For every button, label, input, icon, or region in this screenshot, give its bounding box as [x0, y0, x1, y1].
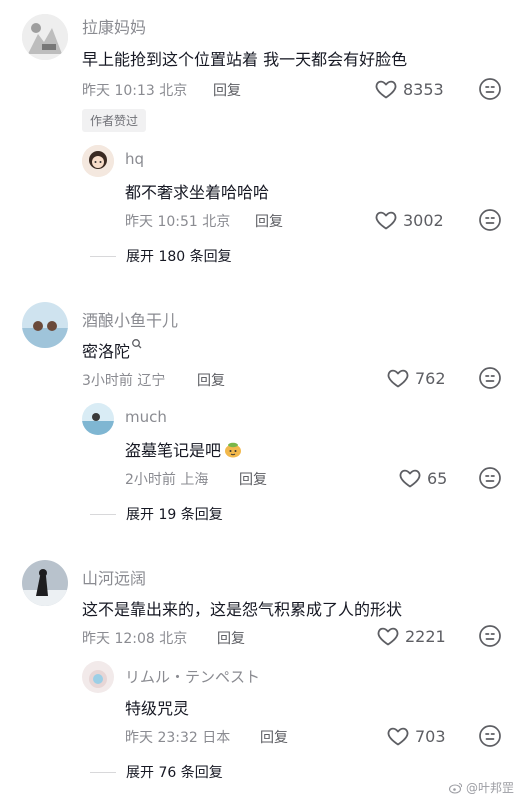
reply-button[interactable]: 回复	[239, 469, 267, 489]
like-button[interactable]: 2221	[376, 624, 446, 648]
comment-meta: 昨天 10:13 北京	[82, 83, 188, 99]
expand-replies-button[interactable]: 展开 19 条回复	[90, 504, 223, 524]
reply-button[interactable]: 回复	[217, 628, 245, 648]
divider	[90, 513, 116, 515]
like-button[interactable]: 65	[398, 466, 447, 490]
like-count: 762	[415, 368, 446, 388]
comment-meta: 昨天 12:08 北京	[82, 631, 188, 647]
author-liked-badge: 作者赞过	[82, 109, 147, 132]
weibo-logo-icon	[448, 782, 463, 794]
heart-outline-icon	[386, 724, 410, 748]
comment-text-value: 密洛陀	[82, 342, 131, 361]
heart-outline-icon	[376, 624, 400, 648]
reply-button[interactable]: 回复	[260, 727, 288, 747]
reply-text: 特级咒灵	[125, 699, 190, 718]
reply-meta: 2小时前 上海	[125, 472, 209, 488]
like-count: 3002	[403, 210, 444, 230]
comment-meta: 3小时前 辽宁	[82, 373, 166, 389]
username[interactable]: hq	[125, 150, 144, 168]
expand-replies-button[interactable]: 展开 180 条回复	[90, 246, 232, 266]
reply-button[interactable]: 回复	[255, 211, 283, 231]
username[interactable]: リムル・テンペスト	[125, 666, 260, 687]
cartoon-pot-emoji	[225, 442, 242, 458]
smiley-face-icon[interactable]	[478, 624, 502, 648]
divider	[90, 255, 116, 257]
reply-text: 盗墓笔记是吧	[125, 437, 243, 461]
username[interactable]: much	[125, 408, 167, 426]
like-button[interactable]: 3002	[374, 208, 444, 232]
avatar[interactable]	[82, 661, 114, 693]
smiley-face-icon[interactable]	[478, 77, 502, 101]
search-icon[interactable]	[131, 338, 145, 352]
reply-text-value: 盗墓笔记是吧	[125, 441, 222, 460]
avatar[interactable]	[82, 403, 114, 435]
comment-text: 这不是靠出来的，这是怨气积累成了人的形状	[82, 600, 403, 619]
expand-replies-label: 展开 76 条回复	[126, 765, 223, 781]
heart-outline-icon	[374, 77, 398, 101]
smiley-face-icon[interactable]	[478, 366, 502, 390]
avatar[interactable]	[22, 14, 68, 60]
username[interactable]: 拉康妈妈	[82, 14, 146, 38]
like-count: 703	[415, 726, 446, 746]
smiley-face-icon[interactable]	[478, 466, 502, 490]
avatar[interactable]	[22, 302, 68, 348]
expand-replies-label: 展开 180 条回复	[126, 249, 232, 265]
like-count: 2221	[405, 626, 446, 646]
watermark-text: @叶邦罡	[465, 781, 514, 795]
reply-meta: 昨天 10:51 北京	[125, 214, 231, 230]
heart-outline-icon	[398, 466, 422, 490]
reply-meta: 昨天 23:32 日本	[125, 730, 231, 746]
reply-button[interactable]: 回复	[197, 370, 225, 390]
avatar[interactable]	[82, 145, 114, 177]
reply-text: 都不奢求坐着哈哈哈	[125, 183, 270, 202]
username[interactable]: 山河远阔	[82, 565, 146, 589]
heart-outline-icon	[374, 208, 398, 232]
comment-text: 早上能抢到这个位置站着 我一天都会有好脸色	[82, 50, 408, 69]
expand-replies-label: 展开 19 条回复	[126, 507, 223, 523]
like-button[interactable]: 8353	[374, 77, 444, 101]
username[interactable]: 酒酿小鱼干儿	[82, 307, 178, 331]
reply-button[interactable]: 回复	[213, 80, 241, 100]
avatar[interactable]	[22, 560, 68, 606]
comment-text: 密洛陀	[82, 338, 145, 362]
like-count: 65	[427, 468, 448, 488]
heart-outline-icon	[386, 366, 410, 390]
like-count: 8353	[403, 79, 444, 99]
watermark: @叶邦罡	[448, 779, 514, 796]
expand-replies-button[interactable]: 展开 76 条回复	[90, 762, 223, 782]
smiley-face-icon[interactable]	[478, 208, 502, 232]
like-button[interactable]: 703	[386, 724, 446, 748]
divider	[90, 771, 116, 773]
like-button[interactable]: 762	[386, 366, 446, 390]
smiley-face-icon[interactable]	[478, 724, 502, 748]
